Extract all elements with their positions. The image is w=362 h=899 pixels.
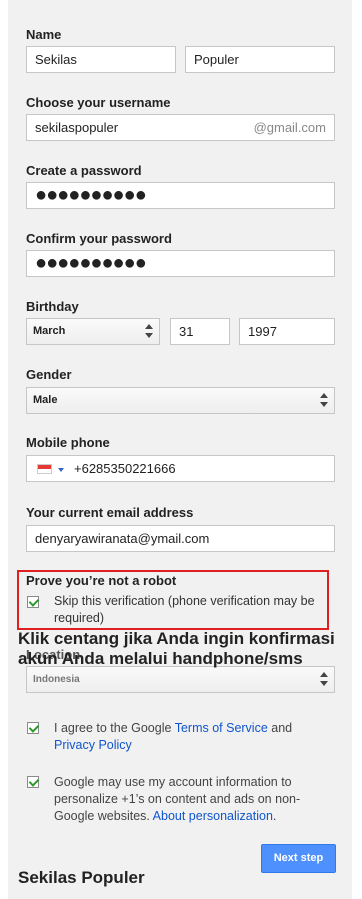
chevron-down-icon[interactable] (58, 468, 64, 472)
password-input[interactable]: ●●●●●●●●●● (26, 182, 335, 209)
username-label: Choose your username (26, 95, 171, 110)
terms-prefix: I agree to the Google (54, 721, 175, 735)
birth-month-select[interactable]: March (26, 318, 160, 345)
terms-of-service-link[interactable]: Terms of Service (175, 721, 268, 735)
personalization-end: . (272, 809, 277, 823)
terms-checkbox[interactable] (27, 722, 39, 734)
personalization-text: Google may use my account information to… (54, 774, 316, 825)
birthday-label: Birthday (26, 299, 79, 314)
next-step-button[interactable]: Next step (261, 844, 336, 873)
mobile-phone-value: +6285350221666 (74, 461, 176, 476)
select-arrows-icon (320, 393, 328, 407)
confirm-password-input[interactable]: ●●●●●●●●●● (26, 250, 335, 277)
birth-year-input[interactable]: 1997 (239, 318, 335, 345)
annotation-overlay-text: Klik centang jika Anda ingin konfirmasi … (18, 629, 335, 668)
personalization-checkbox[interactable] (27, 776, 39, 788)
email-label: Your current email address (26, 505, 194, 520)
gender-label: Gender (26, 367, 72, 382)
username-value: sekilaspopuler (35, 120, 119, 135)
about-personalization-link[interactable]: About personalization (153, 809, 273, 823)
privacy-policy-link[interactable]: Privacy Policy (54, 738, 132, 752)
indonesia-flag-icon[interactable] (37, 464, 52, 474)
gender-value: Male (33, 394, 58, 406)
select-arrows-icon (145, 324, 153, 338)
password-label: Create a password (26, 163, 142, 178)
skip-verification-checkbox[interactable] (27, 596, 39, 608)
birth-month-value: March (33, 325, 66, 337)
mobile-phone-input[interactable]: +6285350221666 (26, 455, 335, 482)
select-arrows-icon (320, 672, 328, 686)
gmail-suffix: @gmail.com (253, 120, 326, 135)
name-label: Name (26, 27, 62, 42)
location-value: Indonesia (33, 674, 80, 685)
location-select[interactable]: Indonesia (26, 666, 335, 693)
username-input[interactable]: sekilaspopuler @gmail.com (26, 114, 335, 141)
terms-and: and (267, 721, 293, 735)
mobile-phone-label: Mobile phone (26, 435, 110, 450)
current-email-input[interactable]: denyaryawiranata@ymail.com (26, 525, 335, 552)
birth-day-input[interactable]: 31 (170, 318, 230, 345)
first-name-input[interactable]: Sekilas (26, 46, 176, 73)
gender-select[interactable]: Male (26, 387, 335, 414)
watermark-text: Sekilas Populer (18, 868, 145, 887)
skip-verification-text: Skip this verification (phone verificati… (54, 594, 315, 625)
confirm-password-label: Confirm your password (26, 231, 172, 246)
terms-text: I agree to the Google Terms of Service a… (54, 720, 324, 754)
robot-title: Prove you’re not a robot (26, 573, 177, 588)
last-name-input[interactable]: Populer (185, 46, 335, 73)
